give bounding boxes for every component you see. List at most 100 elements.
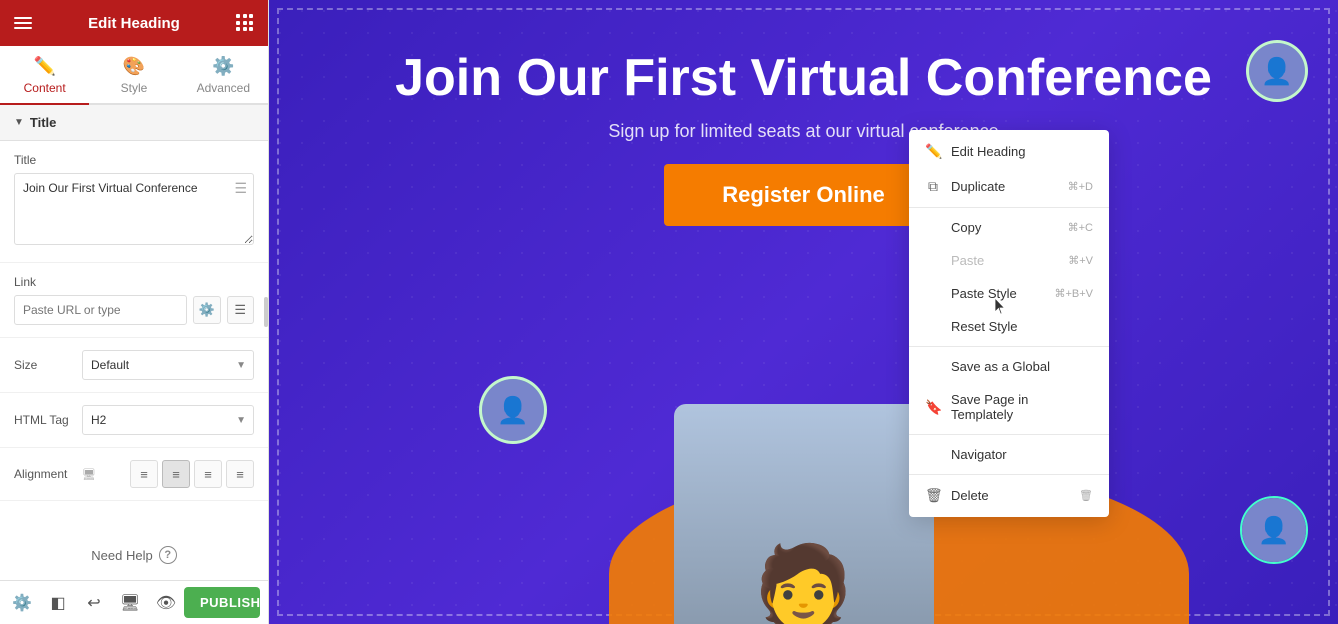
- html-tag-select[interactable]: H1 H2 H3 H4 H5 H6 div span p: [82, 405, 254, 435]
- ctx-reset-style-left: Reset Style: [925, 319, 1017, 334]
- textarea-wrap: Join Our First Virtual Conference ☰: [14, 173, 254, 250]
- duplicate-icon: ⧉: [925, 178, 941, 195]
- link-input[interactable]: [14, 295, 187, 325]
- ctx-delete[interactable]: 🗑 Delete 🗑: [909, 478, 1109, 513]
- tab-style-label: Style: [121, 81, 148, 95]
- history-icon-btn[interactable]: ↩: [80, 589, 108, 617]
- hamburger-menu-icon[interactable]: [14, 17, 32, 29]
- main-content: Join Our First Virtual Conference Sign u…: [269, 0, 1338, 624]
- ctx-paste-style-label: Paste Style: [951, 286, 1017, 301]
- person-photo: 🧑: [674, 404, 934, 624]
- ctx-copy-shortcut: ⌘+C: [1068, 221, 1093, 234]
- need-help-section[interactable]: Need Help ?: [0, 530, 268, 580]
- textarea-options-icon[interactable]: ☰: [234, 180, 247, 197]
- ctx-edit-heading[interactable]: ✏️ Edit Heading: [909, 134, 1109, 169]
- content-tab-icon: ✏️: [33, 56, 55, 77]
- ctx-save-templately-label: Save Page in Templately: [951, 392, 1093, 422]
- need-help-label: Need Help: [91, 548, 152, 563]
- resize-handle[interactable]: [263, 0, 268, 624]
- ctx-save-global-left: Save as a Global: [925, 359, 1050, 374]
- avatar-person-3: 👤: [1249, 43, 1305, 99]
- html-tag-label: HTML Tag: [14, 413, 74, 427]
- alignment-buttons: ≡ ≡ ≡ ≡: [130, 460, 254, 488]
- panel-title: Edit Heading: [88, 15, 180, 32]
- ctx-delete-label: Delete: [951, 488, 989, 503]
- tab-advanced[interactable]: ⚙️ Advanced: [179, 46, 268, 105]
- link-options-icon[interactable]: ☰: [227, 296, 255, 324]
- alignment-screen-icon: 🖥: [82, 468, 96, 481]
- ctx-paste-label: Paste: [951, 253, 984, 268]
- tab-style[interactable]: 🎨 Style: [89, 46, 178, 105]
- save-templately-icon: 🔖: [925, 399, 941, 416]
- ctx-delete-left: 🗑 Delete: [925, 487, 989, 504]
- ctx-duplicate-label: Duplicate: [951, 179, 1005, 194]
- title-section-header[interactable]: ▼ Title: [0, 105, 268, 141]
- alignment-field-row: Alignment 🖥 ≡ ≡ ≡ ≡: [14, 460, 254, 488]
- ctx-delete-shortcut: 🗑: [1079, 489, 1093, 502]
- link-settings-icon[interactable]: ⚙️: [193, 296, 221, 324]
- size-select[interactable]: Default Small Medium Large XL XXL: [82, 350, 254, 380]
- ctx-reset-style[interactable]: Reset Style: [909, 310, 1109, 343]
- html-tag-field-row: HTML Tag H1 H2 H3 H4 H5 H6 div span p ▼: [14, 405, 254, 435]
- layers-icon-btn[interactable]: ◧: [44, 589, 72, 617]
- size-field-group: Size Default Small Medium Large XL XXL ▼: [0, 338, 268, 393]
- ctx-paste-style-left: Paste Style: [925, 286, 1017, 301]
- help-circle-icon: ?: [159, 546, 177, 564]
- context-menu: ✏️ Edit Heading ⧉ Duplicate ⌘+D Copy ⌘+C…: [909, 130, 1109, 517]
- delete-icon: 🗑: [925, 487, 941, 504]
- ctx-copy-left: Copy: [925, 220, 981, 235]
- link-field-row: ⚙️ ☰: [14, 295, 254, 325]
- alignment-field-group: Alignment 🖥 ≡ ≡ ≡ ≡: [0, 448, 268, 501]
- title-textarea[interactable]: Join Our First Virtual Conference: [14, 173, 254, 245]
- align-left-button[interactable]: ≡: [130, 460, 158, 488]
- ctx-reset-style-label: Reset Style: [951, 319, 1017, 334]
- apps-grid-icon[interactable]: [236, 14, 254, 32]
- preview-icon-btn[interactable]: 👁: [152, 589, 180, 617]
- size-field-row: Size Default Small Medium Large XL XXL ▼: [14, 350, 254, 380]
- ctx-edit-heading-left: ✏️ Edit Heading: [925, 143, 1025, 160]
- ctx-duplicate[interactable]: ⧉ Duplicate ⌘+D: [909, 169, 1109, 204]
- ctx-duplicate-shortcut: ⌘+D: [1068, 180, 1093, 193]
- align-center-button[interactable]: ≡: [162, 460, 190, 488]
- ctx-paste: Paste ⌘+V: [909, 244, 1109, 277]
- size-field-label: Size: [14, 358, 74, 372]
- ctx-navigator[interactable]: Navigator: [909, 438, 1109, 471]
- title-field-label: Title: [14, 153, 254, 167]
- align-justify-button[interactable]: ≡: [226, 460, 254, 488]
- ctx-duplicate-left: ⧉ Duplicate: [925, 178, 1005, 195]
- size-select-wrap: Default Small Medium Large XL XXL ▼: [82, 350, 254, 380]
- toolbar-left-icons: ⚙️ ◧ ↩ 🖥 👁: [8, 589, 180, 617]
- bottom-toolbar: ⚙️ ◧ ↩ 🖥 👁 PUBLISH ▲: [0, 580, 268, 624]
- ctx-divider-2: [909, 346, 1109, 347]
- ctx-navigator-label: Navigator: [951, 447, 1007, 462]
- panel-content: ▼ Title Title Join Our First Virtual Con…: [0, 105, 268, 530]
- ctx-paste-style-shortcut: ⌘+B+V: [1054, 287, 1093, 300]
- settings-icon-btn[interactable]: ⚙️: [8, 589, 36, 617]
- ctx-divider-4: [909, 474, 1109, 475]
- ctx-save-templately[interactable]: 🔖 Save Page in Templately: [909, 383, 1109, 431]
- publish-button[interactable]: PUBLISH: [184, 587, 260, 618]
- hero-section: Join Our First Virtual Conference Sign u…: [269, 0, 1338, 624]
- avatar-4: 👤: [1240, 496, 1308, 564]
- tab-content[interactable]: ✏️ Content: [0, 46, 89, 105]
- ctx-paste-shortcut: ⌘+V: [1068, 254, 1093, 267]
- ctx-save-global[interactable]: Save as a Global: [909, 350, 1109, 383]
- avatar-3: 👤: [1246, 40, 1308, 102]
- ctx-paste-style[interactable]: Paste Style ⌘+B+V: [909, 277, 1109, 310]
- register-button[interactable]: Register Online: [664, 164, 943, 226]
- avatar-person-4: 👤: [1242, 498, 1306, 562]
- ctx-paste-left: Paste: [925, 253, 984, 268]
- tab-advanced-label: Advanced: [197, 81, 250, 95]
- ctx-save-global-label: Save as a Global: [951, 359, 1050, 374]
- ctx-divider-3: [909, 434, 1109, 435]
- avatar-person-1: 👤: [482, 379, 544, 441]
- ctx-copy[interactable]: Copy ⌘+C: [909, 211, 1109, 244]
- responsive-icon-btn[interactable]: 🖥: [116, 589, 144, 617]
- align-right-button[interactable]: ≡: [194, 460, 222, 488]
- edit-heading-icon: ✏️: [925, 143, 941, 160]
- ctx-edit-heading-label: Edit Heading: [951, 144, 1025, 159]
- tab-content-label: Content: [24, 81, 66, 95]
- link-field-group: Link ⚙️ ☰: [0, 263, 268, 338]
- alignment-label: Alignment: [14, 467, 74, 481]
- advanced-tab-icon: ⚙️: [212, 56, 234, 77]
